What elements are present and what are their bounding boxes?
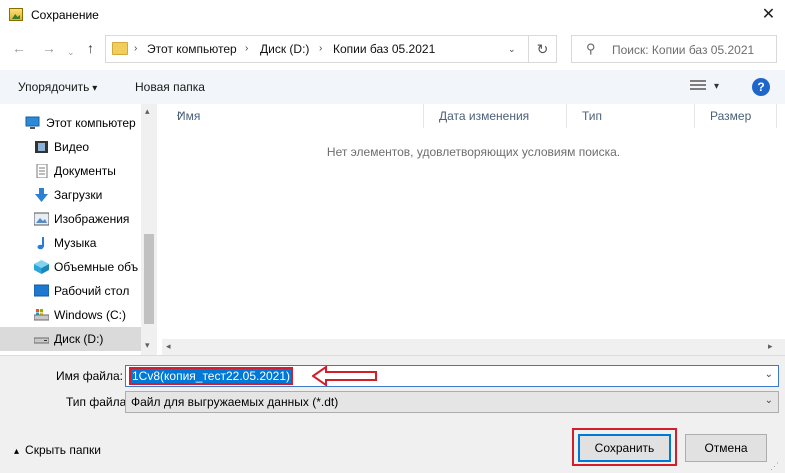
sidebar-item-3d-objects[interactable]: Объемные объ bbox=[0, 255, 141, 279]
app-icon bbox=[9, 8, 23, 21]
folder-icon bbox=[112, 42, 128, 55]
filetype-dropdown-icon[interactable]: ⌄ bbox=[765, 395, 773, 406]
address-dropdown-icon[interactable]: ⌄ bbox=[508, 44, 516, 55]
forward-arrow-icon[interactable]: → bbox=[42, 39, 56, 57]
view-options-icon[interactable] bbox=[690, 80, 706, 93]
computer-icon bbox=[25, 116, 40, 129]
sidebar-item-images[interactable]: Изображения bbox=[0, 207, 141, 231]
sidebar-item-label: Объемные объ bbox=[54, 260, 139, 274]
sidebar-item-label: Изображения bbox=[54, 212, 130, 226]
sidebar-item-drive-c[interactable]: Windows (C:) bbox=[0, 303, 141, 327]
sidebar-item-label: Рабочий стол bbox=[54, 284, 130, 298]
breadcrumb-disk-d[interactable]: Диск (D:) bbox=[260, 42, 309, 56]
column-header-label: Размер bbox=[710, 109, 752, 123]
search-placeholder: Поиск: Копии баз 05.2021 bbox=[612, 43, 755, 57]
help-icon[interactable]: ? bbox=[752, 78, 770, 96]
download-icon bbox=[35, 188, 48, 202]
documents-icon bbox=[36, 164, 48, 178]
filename-label: Имя файла: bbox=[56, 369, 123, 383]
breadcrumb-chevron-icon[interactable]: › bbox=[319, 43, 322, 54]
music-icon bbox=[37, 237, 44, 250]
up-arrow-icon[interactable]: ↑ bbox=[87, 39, 94, 57]
breadcrumb-this-pc[interactable]: Этот компьютер bbox=[147, 42, 237, 56]
annotation-arrow-icon bbox=[312, 366, 377, 386]
column-header-label: Дата изменения bbox=[439, 109, 530, 123]
breadcrumb-chevron-icon[interactable]: › bbox=[134, 43, 137, 54]
filetype-label: Тип файла: bbox=[66, 395, 130, 409]
drive-icon bbox=[34, 337, 49, 344]
resize-grip-icon[interactable]: ⋰ bbox=[770, 461, 779, 472]
column-header-label: Тип bbox=[582, 109, 603, 123]
filetype-select[interactable]: Файл для выгружаемых данных (*.dt) ⌄ bbox=[125, 391, 779, 413]
filename-field[interactable]: 1Cv8(копия_тест22.05.2021) ⌄ bbox=[125, 365, 779, 387]
3d-objects-icon bbox=[34, 260, 49, 274]
sidebar-item-music[interactable]: Музыка bbox=[0, 231, 141, 255]
navigation-bar: ← → ⌄ ↑ › Этот компьютер › Диск (D:) › К… bbox=[0, 31, 785, 67]
scroll-up-icon[interactable]: ▴ bbox=[145, 106, 150, 117]
cancel-button[interactable]: Отмена bbox=[685, 434, 767, 462]
sidebar-item-label: Этот компьютер bbox=[46, 116, 136, 130]
images-icon bbox=[34, 212, 49, 226]
sidebar-item-label: Музыка bbox=[54, 236, 97, 250]
breadcrumb-backup-folder[interactable]: Копии баз 05.2021 bbox=[333, 42, 435, 56]
column-header-type[interactable]: Тип bbox=[567, 104, 695, 128]
close-button[interactable]: ✕ bbox=[752, 3, 785, 27]
sidebar-item-label: Windows (C:) bbox=[54, 308, 127, 322]
empty-message: Нет элементов, удовлетворяющих условиям … bbox=[326, 145, 621, 159]
column-header-name[interactable]: Имя ^ bbox=[162, 104, 424, 128]
video-icon bbox=[35, 141, 48, 153]
hide-folders-toggle[interactable]: Скрыть папки bbox=[14, 443, 101, 457]
breadcrumb-chevron-icon[interactable]: › bbox=[245, 43, 248, 54]
search-input[interactable]: ⚲ Поиск: Копии баз 05.2021 bbox=[571, 35, 777, 63]
sidebar-item-downloads[interactable]: Загрузки bbox=[0, 183, 141, 207]
file-list: Имя ^ Дата изменения Тип Размер Нет элем… bbox=[162, 104, 785, 355]
scrollbar-thumb[interactable] bbox=[144, 234, 154, 324]
navigation-pane: Этот компьютер Видео Документы Загрузки … bbox=[0, 104, 157, 355]
scroll-left-icon[interactable]: ◂ bbox=[166, 341, 171, 352]
sidebar-item-documents[interactable]: Документы bbox=[0, 159, 141, 183]
sidebar-scrollbar[interactable]: ▴ ▾ bbox=[141, 104, 157, 355]
column-header-date[interactable]: Дата изменения bbox=[424, 104, 567, 128]
title-bar: Сохранение ✕ bbox=[0, 0, 785, 31]
sidebar-item-this-pc[interactable]: Этот компьютер bbox=[0, 111, 141, 135]
refresh-button[interactable]: ↻ bbox=[529, 35, 557, 63]
recent-locations-chevron-icon[interactable]: ⌄ bbox=[67, 43, 75, 61]
organize-menu[interactable]: Упорядочить bbox=[18, 80, 97, 94]
column-header-size[interactable]: Размер bbox=[695, 104, 777, 128]
scroll-right-icon[interactable]: ▸ bbox=[768, 341, 773, 352]
sidebar-item-drive-d[interactable]: Диск (D:) bbox=[0, 327, 141, 351]
sidebar-item-label: Видео bbox=[54, 140, 90, 154]
filetype-value: Файл для выгружаемых данных (*.dt) bbox=[131, 395, 339, 409]
search-icon: ⚲ bbox=[586, 41, 596, 56]
sidebar-item-video[interactable]: Видео bbox=[0, 135, 141, 159]
command-toolbar: Упорядочить Новая папка bbox=[0, 70, 785, 104]
back-arrow-icon[interactable]: ← bbox=[12, 39, 26, 57]
sidebar-item-desktop[interactable]: Рабочий стол bbox=[0, 279, 141, 303]
save-button[interactable]: Сохранить bbox=[578, 434, 671, 462]
view-dropdown-icon[interactable]: ▾ bbox=[714, 81, 719, 92]
horizontal-scrollbar[interactable]: ◂ ▸ bbox=[162, 339, 785, 355]
sidebar-item-label: Диск (D:) bbox=[54, 332, 104, 346]
sidebar-item-label: Загрузки bbox=[54, 188, 103, 202]
scroll-down-icon[interactable]: ▾ bbox=[145, 340, 150, 351]
desktop-icon bbox=[34, 284, 49, 297]
save-form: Имя файла: 1Cv8(копия_тест22.05.2021) ⌄ … bbox=[0, 355, 785, 473]
filename-dropdown-icon[interactable]: ⌄ bbox=[765, 369, 773, 380]
new-folder-button[interactable]: Новая папка bbox=[135, 80, 205, 94]
address-bar[interactable]: › Этот компьютер › Диск (D:) › Копии баз… bbox=[105, 35, 529, 63]
filename-value[interactable]: 1Cv8(копия_тест22.05.2021) bbox=[128, 367, 294, 385]
sort-ascending-icon: ^ bbox=[177, 109, 183, 123]
window-title: Сохранение bbox=[31, 8, 99, 22]
sidebar-item-label: Документы bbox=[54, 164, 116, 178]
drive-icon bbox=[34, 309, 49, 321]
